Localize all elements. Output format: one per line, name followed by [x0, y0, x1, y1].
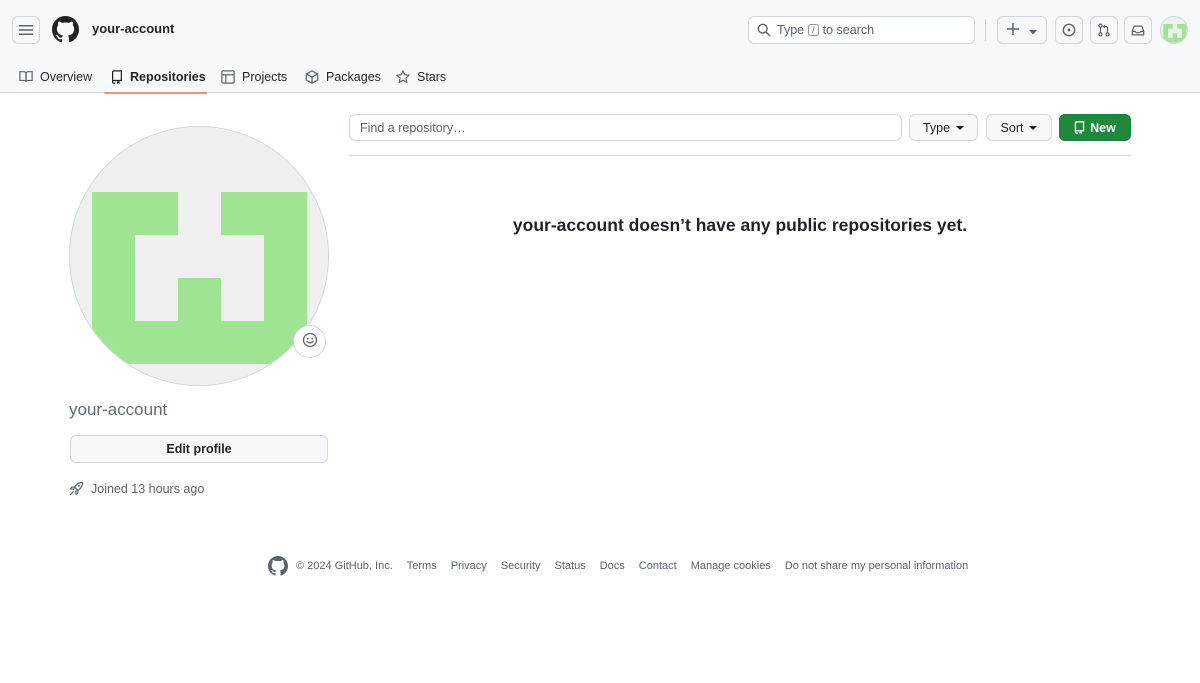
identicon-image [70, 127, 328, 385]
footer-link-do-not-share[interactable]: Do not share my personal information [785, 560, 968, 572]
book-icon [19, 70, 33, 83]
issues-icon [1062, 23, 1076, 37]
repo-icon [111, 69, 123, 84]
github-logo-icon[interactable] [268, 556, 288, 576]
repo-icon [1074, 121, 1085, 134]
profile-tabs: Overview Repositories Projects Packages … [0, 60, 1200, 94]
footer-link-manage-cookies[interactable]: Manage cookies [691, 560, 771, 572]
inbox-icon [1131, 24, 1145, 37]
package-icon [305, 69, 319, 84]
tab-packages[interactable]: Packages [305, 60, 381, 93]
empty-repositories-message: your-account doesn’t have any public rep… [512, 215, 968, 235]
footer-link-contact[interactable]: Contact [639, 560, 677, 572]
tab-label: Repositories [130, 69, 206, 84]
pull-requests-icon [1097, 23, 1111, 37]
github-logo[interactable] [52, 16, 79, 43]
tab-stars[interactable]: Stars [396, 60, 446, 93]
header-divider [985, 19, 986, 41]
table-icon [221, 69, 235, 84]
search-prefix: Type [777, 23, 805, 37]
profile-avatar[interactable] [69, 126, 329, 386]
site-footer: © 2024 GitHub, Inc. Terms Privacy Securi… [268, 556, 982, 576]
footer-link-docs[interactable]: Docs [600, 560, 625, 572]
pull-requests-button[interactable] [1090, 16, 1118, 44]
tab-repositories[interactable]: Repositories [104, 60, 207, 94]
menu-icon [19, 24, 33, 36]
header-top-row: your-account Type / to search [0, 0, 1200, 60]
triangle-down-icon [956, 125, 965, 130]
create-new-button[interactable] [997, 16, 1047, 44]
tab-overview[interactable]: Overview [19, 60, 92, 93]
issues-button[interactable] [1055, 16, 1083, 44]
profile-username: your-account [69, 400, 168, 419]
type-filter-button[interactable]: Type [909, 114, 978, 141]
footer-link-status[interactable]: Status [555, 560, 586, 572]
smiley-icon [302, 332, 318, 351]
edit-profile-button[interactable]: Edit profile [70, 435, 328, 463]
star-icon [396, 69, 410, 84]
tab-label: Stars [417, 69, 447, 84]
footer-link-terms[interactable]: Terms [407, 560, 437, 572]
sort-button[interactable]: Sort [986, 114, 1052, 141]
triangle-down-icon [1029, 125, 1038, 130]
repo-list-divider [349, 155, 1131, 156]
rocket-icon [69, 481, 84, 496]
inbox-button[interactable] [1124, 16, 1152, 44]
tab-label: Packages [326, 69, 381, 84]
tab-projects[interactable]: Projects [221, 60, 287, 93]
user-avatar-menu[interactable] [1160, 16, 1188, 44]
plus-icon [1007, 22, 1019, 38]
tab-label: Overview [40, 69, 93, 84]
type-filter-label: Type [922, 120, 951, 135]
search-shortcut-key: / [808, 24, 819, 36]
joined-info: Joined 13 hours ago [69, 481, 204, 496]
joined-text: Joined 13 hours ago [91, 481, 205, 496]
global-header: your-account Type / to search Overview R… [0, 0, 1200, 94]
footer-copyright: © 2024 GitHub, Inc. [296, 560, 393, 572]
triangle-down-icon [1029, 22, 1037, 38]
set-status-button[interactable] [293, 325, 326, 358]
search-icon [757, 23, 771, 37]
sort-label: Sort [1000, 120, 1024, 135]
header-account-name[interactable]: your-account [92, 21, 174, 36]
menu-button[interactable] [12, 16, 40, 44]
search-suffix: to search [822, 23, 875, 37]
find-repository-input[interactable] [349, 114, 902, 141]
new-repository-button[interactable]: New [1059, 114, 1131, 141]
new-button-label: New [1090, 120, 1116, 135]
identicon-small [1161, 17, 1187, 43]
footer-link-security[interactable]: Security [501, 560, 541, 572]
tab-label: Projects [242, 69, 288, 84]
footer-link-privacy[interactable]: Privacy [451, 560, 487, 572]
global-search[interactable]: Type / to search [748, 16, 975, 44]
